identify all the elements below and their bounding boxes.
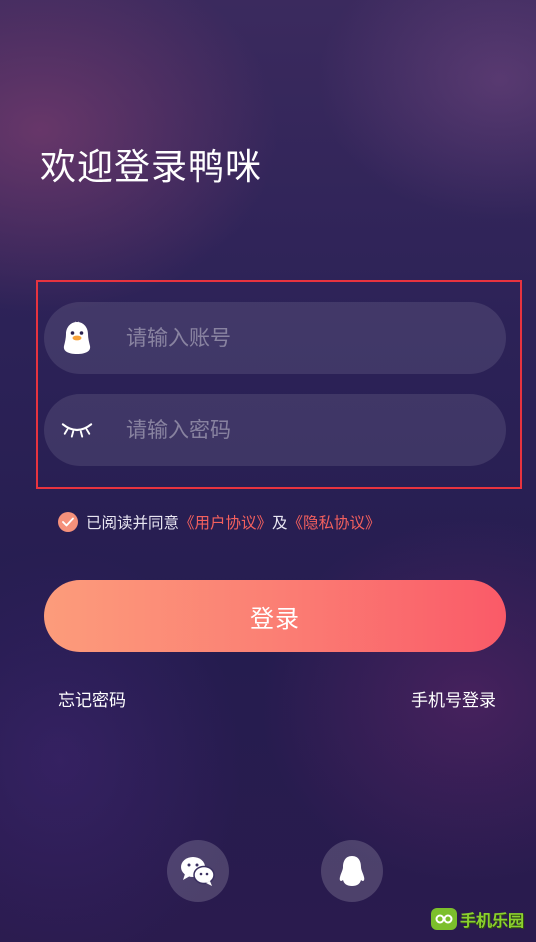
account-field[interactable] <box>44 302 506 374</box>
agreement-prefix: 已阅读并同意 <box>86 514 180 532</box>
login-button[interactable]: 登录 <box>44 580 506 652</box>
agreement-checkbox[interactable] <box>58 512 78 532</box>
watermark-logo-icon <box>430 908 457 930</box>
watermark: 手机乐园 <box>430 906 524 932</box>
wechat-login-button[interactable] <box>167 840 229 902</box>
forgot-password-link[interactable]: 忘记密码 <box>58 686 126 711</box>
eye-closed-icon[interactable] <box>60 413 94 447</box>
account-input[interactable] <box>124 325 506 351</box>
agreement-conjunction: 及 <box>272 514 288 532</box>
user-agreement-link[interactable]: 《用户协议》 <box>179 511 272 533</box>
checkmark-icon <box>62 517 74 527</box>
watermark-text: 手机乐园 <box>459 911 524 930</box>
qq-login-button[interactable] <box>321 840 383 902</box>
password-field[interactable] <box>44 394 506 466</box>
duck-icon <box>60 321 94 355</box>
qq-penguin-icon <box>339 856 365 886</box>
wechat-icon <box>181 857 215 886</box>
agreement-row: 已阅读并同意 《用户协议》 及 《隐私协议》 <box>58 511 381 533</box>
phone-login-link[interactable]: 手机号登录 <box>411 686 496 711</box>
password-input[interactable] <box>124 417 506 443</box>
page-title: 欢迎登录鸭咪 <box>40 147 263 188</box>
privacy-policy-link[interactable]: 《隐私协议》 <box>288 511 381 533</box>
